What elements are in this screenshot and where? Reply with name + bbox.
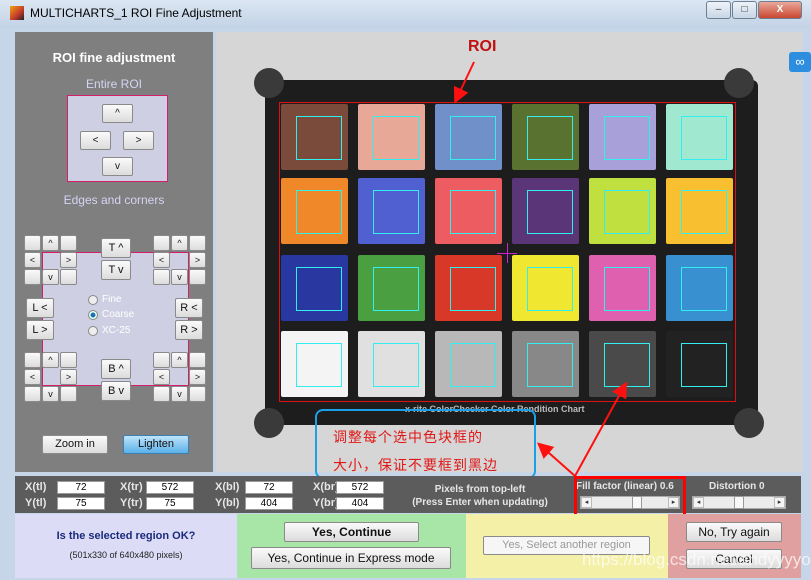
y-tl-label: Y(tl) bbox=[25, 497, 47, 509]
question-text: Is the selected region OK? bbox=[56, 530, 196, 542]
yes-express-button[interactable]: Yes, Continue in Express mode bbox=[251, 547, 451, 569]
y-tr-label: Y(tr) bbox=[120, 497, 143, 509]
note-arrow bbox=[537, 442, 576, 477]
yes-continue-button[interactable]: Yes, Continue bbox=[284, 522, 419, 542]
no-try-again-button[interactable]: No, Try again bbox=[686, 522, 782, 542]
roi-arrow bbox=[453, 61, 475, 104]
y-br-input[interactable]: 404 bbox=[336, 497, 384, 510]
size-info: (501x330 of 640x480 pixels) bbox=[69, 550, 183, 560]
x-tr-label: X(tr) bbox=[120, 481, 143, 493]
x-tl-label: X(tl) bbox=[25, 481, 47, 493]
fill-factor-highlight bbox=[574, 476, 686, 518]
coords-hint: Pixels from top-left bbox=[434, 484, 526, 495]
x-tl-input[interactable]: 72 bbox=[57, 481, 105, 494]
coords-hint-2: (Press Enter when updating) bbox=[412, 497, 548, 508]
continue-panel: Yes, Continue Yes, Continue in Express m… bbox=[237, 514, 466, 578]
distortion-slider[interactable]: ◂ ▸ bbox=[692, 496, 786, 509]
link-icon[interactable]: ∞ bbox=[789, 52, 811, 72]
distortion-label: Distortion 0 bbox=[709, 481, 765, 492]
annotation-line-2: 大小，保证不要框到黑边 bbox=[333, 457, 498, 473]
patch-arrow bbox=[574, 381, 627, 477]
x-tr-input[interactable]: 572 bbox=[146, 481, 194, 494]
y-bl-label: Y(bl) bbox=[215, 497, 240, 509]
watermark: https://blog.csdn.net/andyyyyoo bbox=[582, 550, 811, 569]
y-tl-input[interactable]: 75 bbox=[57, 497, 105, 510]
y-br-label: Y(br) bbox=[313, 497, 339, 509]
y-tr-input[interactable]: 75 bbox=[146, 497, 194, 510]
annotation-line-1: 调整每个选中色块框的 bbox=[333, 429, 483, 445]
x-bl-input[interactable]: 72 bbox=[245, 481, 293, 494]
question-panel: Is the selected region OK? (501x330 of 6… bbox=[15, 514, 237, 578]
x-bl-label: X(bl) bbox=[215, 481, 240, 493]
y-bl-input[interactable]: 404 bbox=[245, 497, 293, 510]
x-br-input[interactable]: 572 bbox=[336, 481, 384, 494]
x-br-label: X(br) bbox=[313, 481, 339, 493]
